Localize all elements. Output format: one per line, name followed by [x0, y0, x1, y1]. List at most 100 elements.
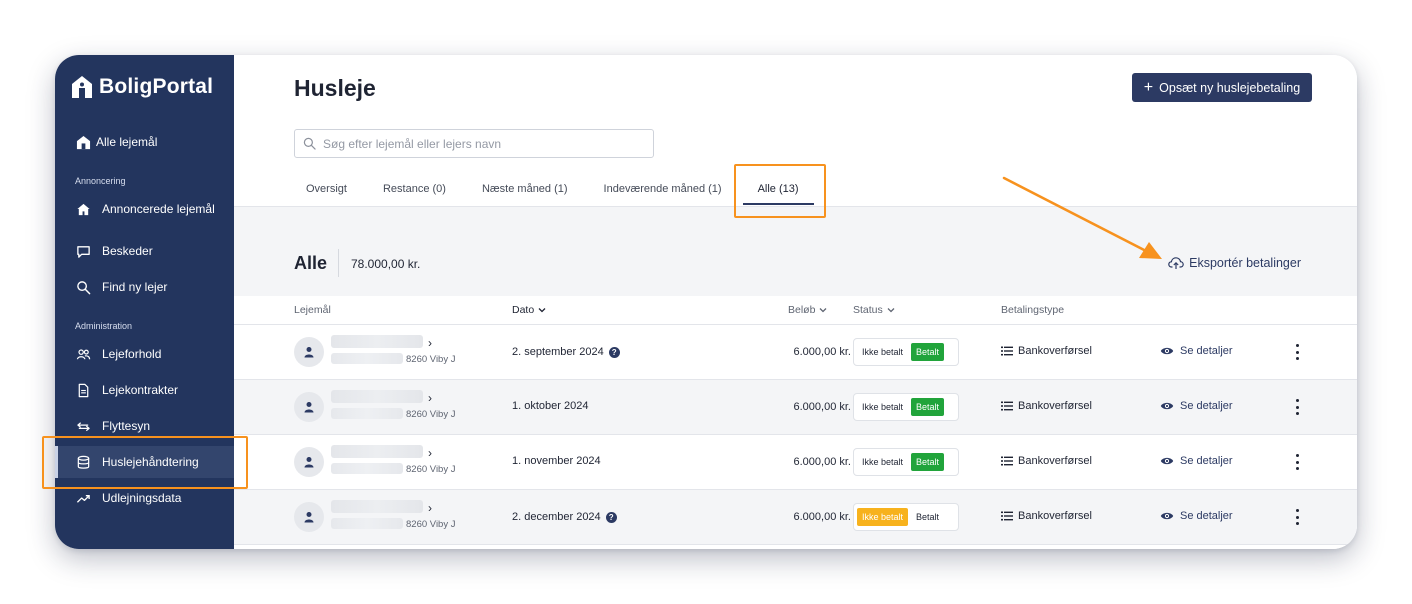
- tenant-name-redacted: [331, 445, 423, 458]
- tenant-name-redacted: [331, 390, 423, 403]
- page-title: Husleje: [294, 75, 376, 101]
- more-options-icon[interactable]: [1292, 399, 1302, 415]
- sidebar-item-find-ny-lejer[interactable]: Find ny lejer: [55, 271, 234, 303]
- export-payments-button[interactable]: Eksportér betalinger: [1168, 256, 1301, 270]
- payment-date: 1. oktober 2024: [512, 400, 588, 412]
- sidebar-item-alle-lejemaal[interactable]: Alle lejemål: [55, 126, 234, 158]
- see-details-link[interactable]: Se detaljer: [1160, 345, 1233, 357]
- column-header-dato[interactable]: Dato: [512, 304, 546, 316]
- payment-type: Bankoverførsel: [1001, 455, 1092, 467]
- avatar: [294, 337, 324, 367]
- avatar: [294, 447, 324, 477]
- help-icon[interactable]: ?: [605, 511, 617, 523]
- search-box[interactable]: [294, 129, 654, 158]
- chevron-down-icon: [819, 308, 827, 313]
- plus-icon: +: [1143, 78, 1154, 96]
- house-logo-icon: [72, 76, 92, 98]
- payment-amount: 6.000,00 kr.: [793, 511, 852, 523]
- sidebar-item-annoncerede-lejemaal[interactable]: Annoncerede lejemål: [55, 193, 234, 225]
- eye-icon: [1160, 512, 1174, 520]
- table-row[interactable]: › 8260 Viby J 2. december 2024? 6.000,00…: [234, 490, 1357, 545]
- status-unpaid-option[interactable]: Ikke betalt: [857, 398, 908, 416]
- help-icon[interactable]: ?: [608, 346, 620, 358]
- address-redacted: [331, 353, 403, 364]
- chevron-right-icon[interactable]: ›: [428, 446, 432, 460]
- tenant-name-redacted: [331, 500, 423, 513]
- new-rent-payment-button[interactable]: + Opsæt ny huslejebetaling: [1132, 73, 1312, 102]
- payment-type-text: Bankoverførsel: [1018, 455, 1092, 467]
- status-unpaid-option[interactable]: Ikke betalt: [857, 453, 908, 471]
- tab-oversigt[interactable]: Oversigt: [306, 173, 347, 207]
- swap-arrows-icon: [75, 418, 91, 434]
- new-rent-payment-label: Opsæt ny huslejebetaling: [1159, 80, 1301, 95]
- eye-icon: [1160, 347, 1174, 355]
- cloud-upload-icon: [1168, 257, 1184, 269]
- table-row[interactable]: › 8260 Viby J 1. november 2024 6.000,00 …: [234, 435, 1357, 490]
- eye-icon: [1160, 457, 1174, 465]
- chevron-right-icon[interactable]: ›: [428, 501, 432, 515]
- search-input[interactable]: [323, 136, 643, 151]
- document-icon: [75, 382, 91, 398]
- more-options-icon[interactable]: [1292, 454, 1302, 470]
- payment-type-text: Bankoverførsel: [1018, 345, 1092, 357]
- status-paid-option[interactable]: Betalt: [911, 343, 945, 361]
- sidebar-item-beskeder[interactable]: Beskeder: [55, 235, 234, 267]
- eye-icon: [1160, 402, 1174, 410]
- payment-type-text: Bankoverførsel: [1018, 510, 1092, 522]
- brand-logo[interactable]: BoligPortal: [71, 75, 213, 99]
- see-details-link[interactable]: Se detaljer: [1160, 510, 1233, 522]
- payment-amount: 6.000,00 kr.: [793, 456, 852, 468]
- person-icon: [304, 402, 314, 413]
- avatar: [294, 502, 324, 532]
- table-row[interactable]: › 8260 Viby J 2. september 2024? 6.000,0…: [234, 325, 1357, 380]
- status-paid-option[interactable]: Betalt: [911, 398, 945, 416]
- column-label: Status: [853, 304, 883, 316]
- payment-date-text: 1. oktober 2024: [512, 400, 589, 412]
- status-unpaid-option[interactable]: Ikke betalt: [857, 343, 908, 361]
- export-payments-label: Eksportér betalinger: [1189, 256, 1301, 270]
- search-icon: [75, 279, 91, 295]
- sidebar-section-annoncering: Annoncering: [75, 176, 126, 186]
- status-paid-option[interactable]: Betalt: [911, 508, 944, 526]
- sidebar-item-label: Beskeder: [102, 244, 153, 258]
- sidebar-item-label: Flyttesyn: [102, 419, 151, 433]
- column-label: Dato: [512, 304, 535, 316]
- chevron-right-icon[interactable]: ›: [428, 336, 432, 350]
- column-header-beloeb[interactable]: Beløb: [788, 304, 827, 316]
- chevron-down-icon: [538, 308, 546, 313]
- postal-code: 8260 Viby J: [406, 409, 456, 420]
- annotation-arrow: [1002, 176, 1162, 259]
- sidebar-item-lejeforhold[interactable]: Lejeforhold: [55, 338, 234, 370]
- payment-type: Bankoverførsel: [1001, 345, 1092, 357]
- column-label: Betalingstype: [1001, 304, 1065, 316]
- tab-indevaerende-maaned[interactable]: Indeværende måned (1): [604, 173, 722, 207]
- payment-date-text: 2. september 2024: [512, 346, 604, 358]
- more-options-icon[interactable]: [1292, 509, 1302, 525]
- status-unpaid-option[interactable]: Ikke betalt: [857, 508, 909, 526]
- home-icon: [75, 201, 91, 217]
- payment-date-text: 2. december 2024: [512, 511, 601, 523]
- app-window: BoligPortal Alle lejemål Annoncering Ann…: [55, 55, 1357, 549]
- payment-amount: 6.000,00 kr.: [793, 346, 852, 358]
- sidebar-section-administration: Administration: [75, 321, 133, 331]
- column-header-status[interactable]: Status: [853, 304, 895, 316]
- chevron-right-icon[interactable]: ›: [428, 391, 432, 405]
- see-details-link[interactable]: Se detaljer: [1160, 455, 1233, 467]
- address-redacted: [331, 518, 403, 529]
- tab-restance[interactable]: Restance (0): [383, 173, 446, 207]
- see-details-link[interactable]: Se detaljer: [1160, 400, 1233, 412]
- status-paid-option[interactable]: Betalt: [911, 453, 945, 471]
- address-redacted: [331, 408, 403, 419]
- column-header-betalingstype: Betalingstype: [1001, 304, 1064, 316]
- main-content: Husleje + Opsæt ny huslejebetaling Overs…: [234, 55, 1357, 549]
- status-toggle: Ikke betalt Betalt: [853, 338, 959, 366]
- person-icon: [304, 512, 314, 523]
- table-row[interactable]: › 8260 Viby J 1. oktober 2024 6.000,00 k…: [234, 380, 1357, 435]
- more-options-icon[interactable]: [1292, 344, 1302, 360]
- sidebar-item-label: Udlejningsdata: [102, 491, 182, 505]
- tenant-name-redacted: [331, 335, 423, 348]
- address-redacted: [331, 463, 403, 474]
- sidebar-item-lejekontrakter[interactable]: Lejekontrakter: [55, 374, 234, 406]
- postal-code: 8260 Viby J: [406, 519, 456, 530]
- tab-naeste-maaned[interactable]: Næste måned (1): [482, 173, 568, 207]
